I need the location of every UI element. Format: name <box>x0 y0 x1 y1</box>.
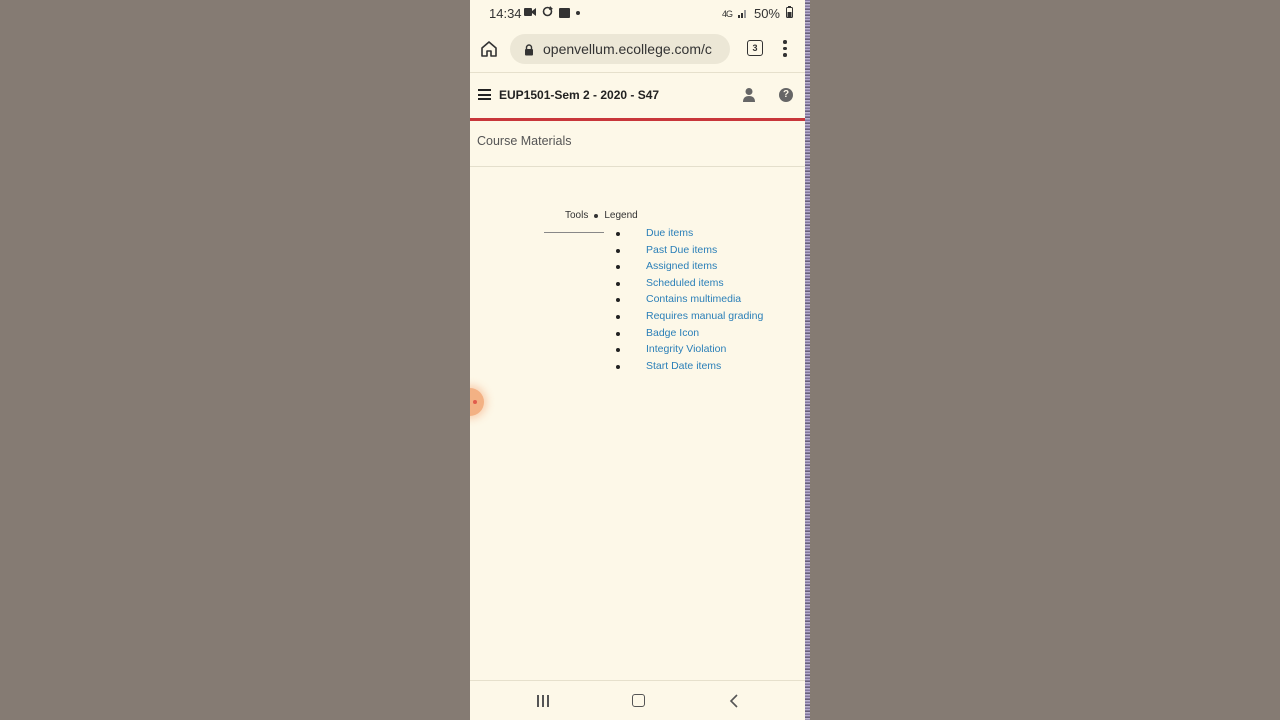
legend-item-link[interactable]: Start Date items <box>646 360 721 372</box>
tabs-icon[interactable]: 3 <box>747 40 763 56</box>
video-icon <box>524 7 536 20</box>
course-header: EUP1501-Sem 2 - 2020 - S47 ? <box>470 72 805 119</box>
home-nav-icon[interactable] <box>632 694 645 707</box>
separator-bullet <box>594 213 599 218</box>
screen-edge-artifact <box>805 0 810 720</box>
background-right <box>810 0 1280 720</box>
system-nav-bar <box>470 680 805 720</box>
status-right: 4G 50% <box>722 6 793 21</box>
signal-icon <box>737 6 748 21</box>
home-icon[interactable] <box>480 40 498 58</box>
list-bullet <box>616 331 620 336</box>
more-notifications-icon <box>576 11 580 15</box>
list-bullet <box>616 364 620 369</box>
legend-item-link[interactable]: Contains multimedia <box>646 293 741 305</box>
list-bullet <box>616 248 620 253</box>
notification-icons <box>524 6 580 20</box>
legend-item-link[interactable]: Assigned items <box>646 260 717 272</box>
legend-item-link[interactable]: Past Due items <box>646 244 717 256</box>
browser-address-bar: openvellum.ecollege.com/c 3 <box>470 28 805 72</box>
divider <box>470 166 805 167</box>
tools-underline <box>544 232 604 233</box>
phone-screen: 14:34 4G 50% openvellum.ecollege.com/c 3… <box>470 0 805 720</box>
list-bullet <box>616 265 620 270</box>
legend-item-link[interactable]: Badge Icon <box>646 327 699 339</box>
status-bar: 14:34 4G 50% <box>470 0 805 28</box>
list-bullet <box>616 314 620 319</box>
lock-icon <box>524 43 534 56</box>
battery-text: 50% <box>753 6 780 21</box>
legend-item-link[interactable]: Requires manual grading <box>646 310 763 322</box>
facebook-icon <box>559 8 570 18</box>
list-bullet <box>616 281 620 286</box>
network-indicator: 4G <box>721 8 733 19</box>
url-text: openvellum.ecollege.com/c <box>543 41 712 57</box>
sync-icon <box>542 6 553 20</box>
course-title: EUP1501-Sem 2 - 2020 - S47 <box>499 88 660 102</box>
legend-item-link[interactable]: Integrity Violation <box>646 343 726 355</box>
list-bullet <box>616 232 620 236</box>
back-icon[interactable] <box>728 694 740 708</box>
list-bullet <box>616 298 620 303</box>
menu-icon[interactable] <box>478 89 491 100</box>
list-bullet <box>616 348 620 353</box>
page-title: Course Materials <box>477 134 572 148</box>
help-icon[interactable]: ? <box>779 88 793 102</box>
header-accent-bar <box>470 118 805 121</box>
legend-item-link[interactable]: Due items <box>646 227 693 239</box>
more-vert-icon[interactable] <box>783 40 787 58</box>
status-time: 14:34 <box>489 6 522 21</box>
legend-link[interactable]: Legend <box>604 210 637 221</box>
user-icon[interactable] <box>742 87 756 103</box>
tools-link[interactable]: Tools <box>565 210 588 221</box>
url-field[interactable]: openvellum.ecollege.com/c <box>510 34 730 64</box>
floating-action-button[interactable] <box>470 388 484 416</box>
tools-breadcrumb: Tools Legend <box>565 210 638 221</box>
record-dot-icon <box>473 400 477 404</box>
recents-icon[interactable] <box>537 695 549 707</box>
background-left <box>0 0 470 720</box>
battery-icon <box>786 6 793 21</box>
legend-item-link[interactable]: Scheduled items <box>646 277 724 289</box>
